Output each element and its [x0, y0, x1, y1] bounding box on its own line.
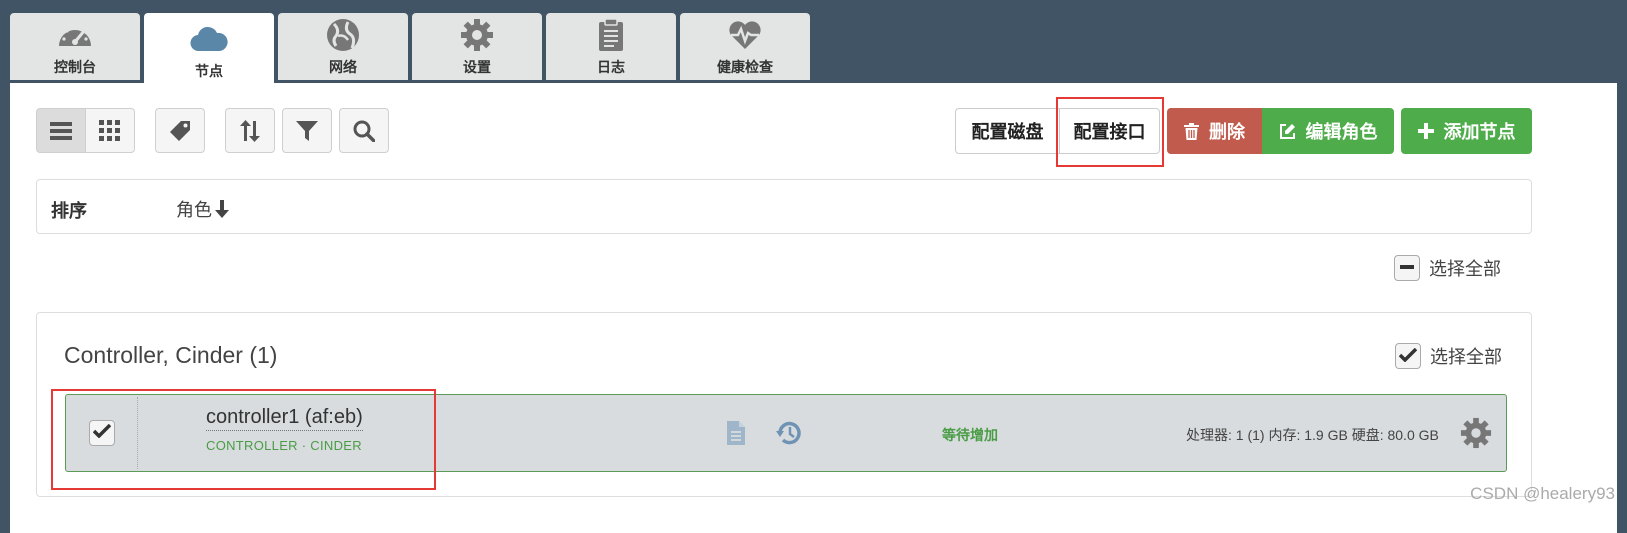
sort-by-role[interactable]: 角色 — [176, 196, 229, 222]
tag-button[interactable] — [155, 108, 205, 153]
tab-label: 设置 — [463, 59, 491, 75]
select-all-label: 选择全部 — [1429, 259, 1501, 279]
sort-role-label: 角色 — [176, 200, 212, 220]
plus-icon — [1417, 123, 1434, 139]
tab-settings[interactable]: 设置 — [412, 13, 542, 80]
tab-label: 日志 — [597, 59, 625, 75]
dashboard-icon — [55, 17, 95, 53]
add-nodes-button[interactable]: 添加节点 — [1401, 108, 1532, 154]
sort-bar: 排序 角色 — [36, 179, 1532, 234]
list-view-button[interactable] — [36, 108, 86, 153]
globe-icon — [323, 17, 363, 53]
filter-icon — [296, 120, 318, 142]
add-nodes-label: 添加节点 — [1443, 122, 1516, 142]
delete-button[interactable]: 删除 — [1167, 108, 1262, 154]
clipboard-icon — [591, 17, 631, 53]
tab-label: 网络 — [329, 59, 357, 75]
edit-icon — [1279, 123, 1296, 140]
heartbeat-icon — [725, 17, 765, 53]
search-icon — [353, 120, 375, 142]
history-icon[interactable] — [776, 420, 802, 451]
list-icon — [50, 121, 72, 141]
gear-icon — [457, 17, 497, 53]
filter-button[interactable] — [282, 108, 332, 153]
node-settings-icon[interactable] — [1460, 417, 1492, 454]
node-specs: 处理器: 1 (1) 内存: 1.9 GB 硬盘: 80.0 GB — [1186, 427, 1439, 443]
search-button[interactable] — [339, 108, 389, 153]
grid-view-button[interactable] — [85, 108, 135, 153]
tab-logs[interactable]: 日志 — [546, 13, 676, 80]
group-select-all[interactable]: 选择全部 — [1395, 343, 1502, 369]
group-title: Controller, Cinder (1) — [64, 342, 278, 368]
highlight-configure-interfaces — [1056, 97, 1164, 167]
tab-nodes[interactable]: 节点 — [144, 13, 274, 84]
edit-roles-label: 编辑角色 — [1305, 122, 1378, 142]
select-all-global[interactable]: 选择全部 — [1394, 255, 1501, 281]
logs-icon[interactable] — [726, 420, 746, 451]
sort-label: 排序 — [51, 201, 87, 221]
select-all-checkbox[interactable] — [1394, 255, 1420, 281]
tab-label: 健康检查 — [717, 59, 773, 75]
tag-icon — [169, 120, 191, 142]
group-select-all-checkbox[interactable] — [1395, 343, 1421, 369]
tab-network[interactable]: 网络 — [278, 13, 408, 80]
sort-arrows-icon — [239, 119, 261, 142]
tab-health-check[interactable]: 健康检查 — [680, 13, 810, 80]
group-select-all-label: 选择全部 — [1430, 347, 1502, 367]
node-status: 等待增加 — [942, 427, 998, 443]
tab-dashboard[interactable]: 控制台 — [10, 13, 140, 80]
checkmark-icon — [1398, 346, 1418, 367]
grid-icon — [99, 119, 121, 142]
highlight-node-row — [51, 389, 436, 490]
edit-roles-button[interactable]: 编辑角色 — [1262, 108, 1394, 154]
configure-disks-button[interactable]: 配置磁盘 — [955, 108, 1059, 154]
tab-label: 节点 — [195, 63, 223, 79]
minus-icon — [1400, 258, 1414, 279]
main-tabs: 控制台 节点 网络 设置 日志 健康检查 — [10, 13, 814, 84]
watermark: CSDN @healery93 — [1470, 484, 1615, 503]
cloud-icon — [189, 21, 229, 57]
configure-disks-label: 配置磁盘 — [971, 122, 1044, 142]
sort-button[interactable] — [225, 108, 275, 153]
delete-label: 删除 — [1209, 122, 1245, 142]
tab-label: 控制台 — [54, 59, 96, 75]
trash-icon — [1184, 122, 1199, 140]
arrow-down-icon — [215, 200, 229, 218]
